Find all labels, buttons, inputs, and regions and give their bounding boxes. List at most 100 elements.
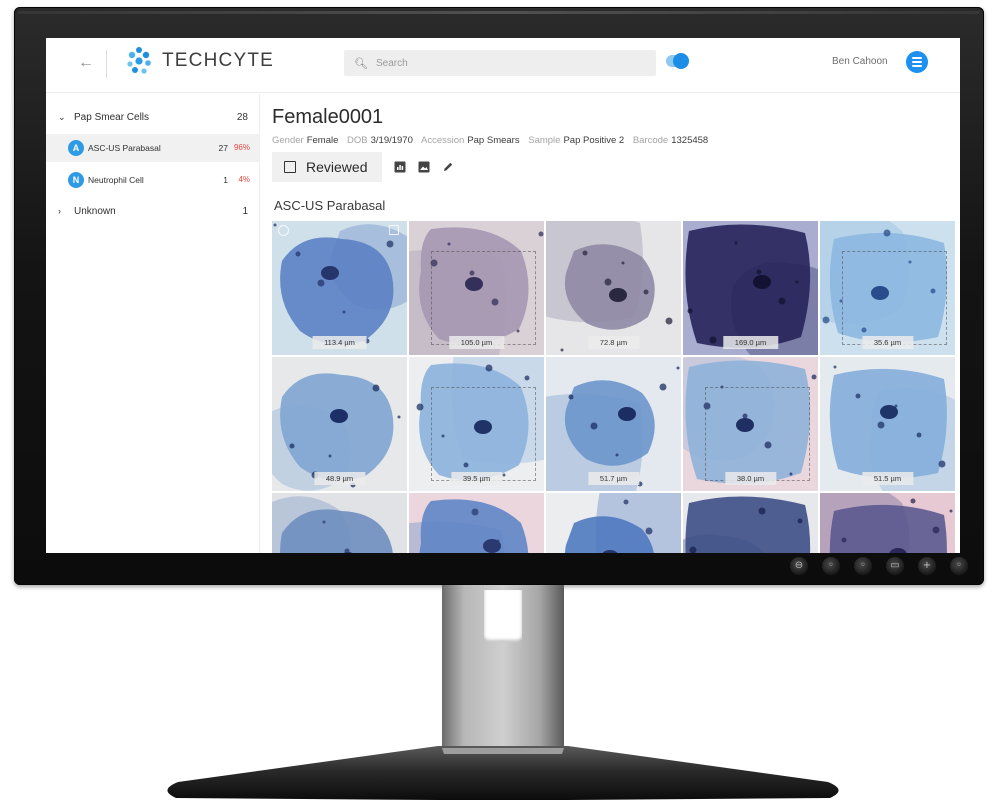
checkbox-icon[interactable] bbox=[284, 161, 296, 173]
meta-value: Pap Positive 2 bbox=[563, 135, 625, 146]
cell-thumbnail[interactable] bbox=[409, 493, 544, 553]
monitor-button: + bbox=[918, 557, 936, 575]
app-header: ← TECHCYTE 🔍︎ Ben Cahoon bbox=[46, 38, 960, 93]
monitor-button: ◦ bbox=[854, 557, 872, 575]
app-screen: ← TECHCYTE 🔍︎ Ben Cahoon bbox=[46, 38, 960, 553]
toolbar: Reviewed bbox=[272, 152, 454, 182]
monitor-hardware-buttons: ⊖ ◦ ◦ ▭ + ◦ bbox=[790, 555, 968, 577]
search-box[interactable]: 🔍︎ bbox=[344, 50, 656, 76]
cell-micrograph bbox=[546, 493, 681, 553]
cell-size-label: 51.7 µm bbox=[587, 472, 640, 485]
monitor-stand-cable-slot bbox=[484, 590, 522, 642]
reviewed-button[interactable]: Reviewed bbox=[272, 152, 382, 182]
view-toggle[interactable] bbox=[666, 53, 689, 69]
chevron-right-icon: › bbox=[58, 206, 61, 216]
bounding-box-overlay bbox=[431, 251, 536, 345]
sidebar-item-count: 1 bbox=[223, 175, 228, 185]
cell-micrograph bbox=[820, 357, 955, 491]
arrow-left-icon[interactable]: ← bbox=[78, 54, 94, 72]
meta-label: Gender bbox=[272, 135, 304, 146]
cell-micrograph bbox=[546, 357, 681, 491]
monitor-button: ▭ bbox=[886, 557, 904, 575]
sidebar-group-count: 1 bbox=[242, 206, 248, 217]
meta-label: DOB bbox=[347, 135, 368, 146]
cell-size-label: 105.0 µm bbox=[448, 336, 505, 349]
cell-micrograph bbox=[272, 493, 407, 553]
cell-micrograph bbox=[683, 493, 818, 553]
meta-value: Female bbox=[306, 135, 339, 146]
cell-size-label: 39.5 µm bbox=[450, 472, 503, 485]
reviewed-label: Reviewed bbox=[306, 159, 368, 175]
meta-value: 3/19/1970 bbox=[370, 135, 413, 146]
bounding-box-overlay bbox=[705, 387, 810, 481]
class-badge-icon: N bbox=[68, 172, 84, 188]
cell-size-label: 48.9 µm bbox=[313, 472, 366, 485]
sidebar-group-label: Unknown bbox=[74, 206, 116, 217]
cell-size-label: 72.8 µm bbox=[587, 336, 640, 349]
sidebar-item-neutrophil-cell[interactable]: N Neutrophil Cell 1 4% bbox=[46, 166, 260, 194]
monitor-button: ◦ bbox=[950, 557, 968, 575]
expand-icon[interactable] bbox=[389, 225, 399, 235]
cell-size-label: 38.0 µm bbox=[724, 472, 777, 485]
sidebar-item-asc-us-parabasal[interactable]: A ASC-US Parabasal 27 96% bbox=[46, 134, 260, 162]
sidebar-group-unknown[interactable]: › Unknown 1 bbox=[46, 198, 260, 226]
select-circle-icon[interactable] bbox=[278, 225, 289, 236]
sidebar-item-label: Neutrophil Cell bbox=[88, 175, 144, 185]
search-icon: 🔍︎ bbox=[354, 57, 368, 70]
cell-thumbnail[interactable]: 113.4 µm bbox=[272, 221, 407, 355]
meta-label: Barcode bbox=[632, 135, 669, 146]
sidebar-group-count: 28 bbox=[236, 112, 248, 123]
brand-name: TECHCYTE bbox=[162, 50, 274, 71]
sidebar-item-count: 27 bbox=[218, 143, 228, 153]
section-title: ASC-US Parabasal bbox=[274, 198, 386, 213]
monitor-stand-base bbox=[167, 746, 839, 800]
cell-thumbnail[interactable] bbox=[683, 493, 818, 553]
cell-size-label: 51.5 µm bbox=[861, 472, 914, 485]
toggle-knob bbox=[673, 53, 689, 69]
header-divider bbox=[106, 50, 107, 78]
user-name[interactable]: Ben Cahoon bbox=[832, 56, 888, 67]
cell-size-label: 113.4 µm bbox=[312, 336, 367, 349]
cell-micrograph bbox=[409, 493, 544, 553]
sidebar-item-label: ASC-US Parabasal bbox=[88, 143, 161, 153]
meta-label: Accession bbox=[421, 135, 465, 146]
cell-image-grid: 113.4 µm 105.0 µm 72.8 µm 169.0 µm 35.6 µm 48… bbox=[272, 221, 956, 553]
monitor-button: ◦ bbox=[822, 557, 840, 575]
cell-thumbnail[interactable]: 51.5 µm bbox=[820, 357, 955, 491]
cell-thumbnail[interactable]: 72.8 µm bbox=[546, 221, 681, 355]
cell-thumbnail[interactable] bbox=[546, 493, 681, 553]
techcyte-logo-icon bbox=[127, 47, 151, 74]
cell-thumbnail[interactable] bbox=[820, 493, 955, 553]
hamburger-menu-icon[interactable] bbox=[906, 51, 928, 73]
cell-size-label: 35.6 µm bbox=[861, 336, 914, 349]
cell-micrograph bbox=[272, 221, 407, 355]
class-badge-icon: A bbox=[68, 140, 84, 156]
chart-icon[interactable] bbox=[394, 161, 406, 173]
cell-size-label: 169.0 µm bbox=[722, 336, 779, 349]
cell-micrograph bbox=[546, 221, 681, 355]
brand-logo[interactable]: TECHCYTE bbox=[124, 46, 274, 76]
cell-thumbnail[interactable]: 51.7 µm bbox=[546, 357, 681, 491]
main-panel: Female0001 Gender Female DOB 3/19/1970 Acc… bbox=[272, 94, 960, 553]
meta-label: Sample bbox=[528, 135, 561, 146]
patient-meta: Gender Female DOB 3/19/1970 Accession Pap S… bbox=[272, 135, 714, 146]
sidebar-group-label: Pap Smear Cells bbox=[74, 112, 150, 123]
sidebar: ⌄ Pap Smear Cells 28 A ASC-US Parabasal … bbox=[46, 94, 260, 553]
cell-thumbnail[interactable]: 38.0 µm bbox=[683, 357, 818, 491]
chevron-down-icon: ⌄ bbox=[58, 112, 66, 122]
pencil-icon[interactable] bbox=[442, 161, 454, 173]
sidebar-group-pap-smear-cells[interactable]: ⌄ Pap Smear Cells 28 bbox=[46, 104, 260, 132]
bounding-box-overlay bbox=[842, 251, 947, 345]
meta-value: Pap Smears bbox=[467, 135, 520, 146]
cell-thumbnail[interactable]: 105.0 µm bbox=[409, 221, 544, 355]
cell-thumbnail[interactable]: 169.0 µm bbox=[683, 221, 818, 355]
sidebar-item-percent: 4% bbox=[238, 175, 250, 184]
search-input[interactable] bbox=[375, 57, 646, 69]
cell-thumbnail[interactable]: 48.9 µm bbox=[272, 357, 407, 491]
image-icon[interactable] bbox=[418, 161, 430, 173]
bounding-box-overlay bbox=[431, 387, 536, 481]
cell-thumbnail[interactable] bbox=[272, 493, 407, 553]
cell-thumbnail[interactable]: 39.5 µm bbox=[409, 357, 544, 491]
cell-thumbnail[interactable]: 35.6 µm bbox=[820, 221, 955, 355]
meta-value: 1325458 bbox=[671, 135, 709, 146]
